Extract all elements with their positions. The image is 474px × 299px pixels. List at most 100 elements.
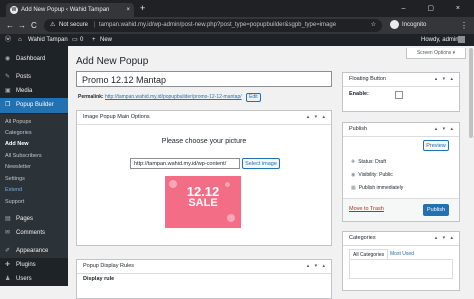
panel-title: Popup Display Rules: [83, 263, 135, 269]
image-options-panel: Image Popup Main Options ▴ ▾ ▴ Please ch…: [76, 110, 332, 246]
permalink-link[interactable]: http://tampan.wahid.my.id/popupbuilder/p…: [105, 94, 242, 100]
sidebar-item-dashboard[interactable]: ◉ Dashboard: [0, 52, 68, 66]
pages-icon: ▤: [5, 216, 11, 222]
sidebar-item-media[interactable]: ▣ Media: [0, 84, 68, 98]
plugins-icon: ✚: [5, 262, 11, 268]
publish-actions: Move to Trash Publish: [343, 198, 459, 221]
sidebar-item-appearance[interactable]: ✐ Appearance: [0, 244, 68, 258]
panel-header[interactable]: Categories ▴ ▾ ▴: [343, 232, 459, 246]
panel-title: Floating Button: [349, 76, 386, 82]
page-title: Add New Popup: [76, 56, 149, 67]
home-icon: ⌂: [18, 37, 22, 43]
panel-header[interactable]: Floating Button ▴ ▾ ▴: [343, 73, 459, 87]
submenu-item-all-popups[interactable]: All Popups: [5, 119, 31, 125]
panel-controls[interactable]: ▴ ▾ ▴: [307, 111, 327, 124]
incognito-label: Incognito: [402, 22, 427, 28]
panel-controls[interactable]: ▴ ▾ ▴: [435, 123, 455, 136]
address-bar[interactable]: ⚠ Not secure | tampan.wahid.my.id/wp-adm…: [44, 19, 382, 32]
move-to-trash-link[interactable]: Move to Trash: [349, 206, 384, 212]
new-plus-icon: +: [92, 37, 96, 43]
users-icon: ♟: [5, 276, 11, 282]
submenu-item-all-subscribers[interactable]: All Subscribers: [5, 153, 42, 159]
reload-icon[interactable]: C: [31, 17, 37, 34]
publish-panel: Publish ▴ ▾ ▴ Preview ✚ Status: Draft ◉ Vi…: [342, 122, 460, 222]
wp-logo-icon[interactable]: ⓦ: [5, 34, 11, 46]
decor-bubble: [227, 214, 235, 222]
status-text: Status: Draft: [358, 159, 386, 165]
tab-most-used[interactable]: Most Used: [387, 249, 417, 259]
panel-controls[interactable]: ▴ ▾ ▴: [307, 260, 327, 273]
schedule-row: ▦ Publish immediately: [351, 185, 403, 191]
browser-tab[interactable]: W Add New Popup ‹ Wahid Tampan ×: [6, 3, 134, 17]
submenu-item-newsletter[interactable]: Newsletter: [5, 164, 31, 170]
sidebar-item-pages[interactable]: ▤ Pages: [0, 212, 68, 226]
submenu-item-support[interactable]: Support: [5, 199, 24, 205]
screen-options-button[interactable]: Screen Options ▾: [406, 48, 466, 59]
incognito-icon: [390, 19, 399, 29]
select-image-button[interactable]: Select image: [242, 158, 280, 169]
publish-button[interactable]: Publish: [423, 204, 449, 216]
sidebar-item-plugins[interactable]: ✚ Plugins: [0, 258, 68, 272]
image-url-input[interactable]: http://tampan.wahid.my.id/wp-content/: [130, 158, 240, 169]
howdy-link[interactable]: Howdy, admin: [421, 34, 459, 46]
close-tab-icon[interactable]: ×: [126, 3, 130, 17]
pin-icon: ✎: [5, 74, 11, 80]
forward-icon[interactable]: →: [18, 17, 26, 34]
panel-header[interactable]: Publish ▴ ▾ ▴: [343, 123, 459, 137]
sidebar-item-posts[interactable]: ✎ Posts: [0, 70, 68, 84]
sidebar-item-label: Comments: [16, 230, 46, 236]
new-tab-button[interactable]: +: [140, 2, 145, 15]
visibility-row: ◉ Visibility: Public: [351, 172, 393, 178]
panel-header[interactable]: Popup Display Rules ▴ ▾ ▴: [77, 260, 331, 274]
scrollbar-thumb[interactable]: [469, 48, 473, 138]
sidebar-item-label: Plugins: [16, 262, 36, 268]
display-rule-label: Display rule: [83, 276, 115, 282]
status-row: ✚ Status: Draft: [351, 159, 386, 165]
panel-title: Publish: [349, 126, 368, 132]
eye-icon: ◉: [351, 172, 356, 178]
back-icon[interactable]: ←: [6, 17, 14, 34]
comments-count: 0: [80, 37, 84, 43]
enable-checkbox[interactable]: [395, 91, 403, 99]
avatar[interactable]: [458, 36, 465, 43]
permalink-edit-button[interactable]: Edit: [246, 93, 261, 102]
wp-admin-bar: ⓦ ⌂ Wahid Tampan ▭ 0 + New Howdy, admin: [0, 34, 474, 46]
submenu-item-settings[interactable]: Settings: [5, 176, 25, 182]
panel-header[interactable]: Image Popup Main Options ▴ ▾ ▴: [77, 111, 331, 125]
schedule-text: Publish immediately: [358, 185, 404, 191]
panel-controls[interactable]: ▴ ▾ ▴: [435, 73, 455, 86]
sidebar-item-label: Pages: [16, 216, 34, 222]
site-name-link[interactable]: Wahid Tampan: [28, 34, 68, 46]
browser-toolbar: ← → C ⚠ Not secure | tampan.wahid.my.id/…: [0, 17, 474, 34]
tab-title: Add New Popup ‹ Wahid Tampan: [21, 7, 110, 13]
enable-label: Enable:: [349, 91, 369, 97]
sidebar-item-label: Appearance: [16, 248, 49, 254]
pin-icon: ✚: [351, 159, 356, 165]
bookmark-star-icon[interactable]: ☆: [371, 19, 376, 32]
post-title-input[interactable]: Promo 12.12 Mantap: [76, 71, 332, 87]
panel-title: Categories: [349, 235, 376, 241]
sidebar-item-comments[interactable]: ✉ Comments: [0, 226, 68, 240]
sidebar-item-users[interactable]: ♟ Users: [0, 272, 68, 286]
image-text-sale: SALE: [188, 197, 218, 209]
preview-button[interactable]: Preview: [423, 140, 449, 151]
browser-menu-icon[interactable]: ⋮: [460, 17, 468, 34]
submenu-item-add-new[interactable]: Add New: [5, 141, 29, 147]
choose-picture-prompt: Please choose your picture: [161, 138, 247, 145]
submenu-item-categories[interactable]: Categories: [5, 130, 32, 136]
sidebar-item-label: Media: [16, 88, 33, 94]
page-scrollbar[interactable]: [468, 46, 474, 286]
comments-icon[interactable]: ▭: [72, 34, 78, 46]
popup-icon: ❒: [5, 102, 11, 108]
new-content-link[interactable]: New: [100, 34, 112, 46]
permalink-row: Permalink: http://tampan.wahid.my.id/pop…: [78, 93, 261, 102]
warning-icon: ⚠: [50, 22, 56, 28]
categories-panel: Categories ▴ ▾ ▴ All Categories Most Use…: [342, 231, 460, 291]
window-controls[interactable]: – ▢ ×: [402, 0, 470, 17]
sidebar-item-popup-builder[interactable]: ❒ Popup Builder: [0, 98, 68, 113]
submenu-item-extend[interactable]: Extend: [5, 187, 22, 193]
appearance-icon: ✐: [5, 248, 11, 254]
panel-controls[interactable]: ▴ ▾ ▴: [435, 232, 455, 245]
sidebar-item-label: Popup Builder: [16, 102, 54, 108]
admin-sidebar: ◉ Dashboard ✎ Posts ▣ Media ❒ Popup Buil…: [0, 46, 68, 286]
